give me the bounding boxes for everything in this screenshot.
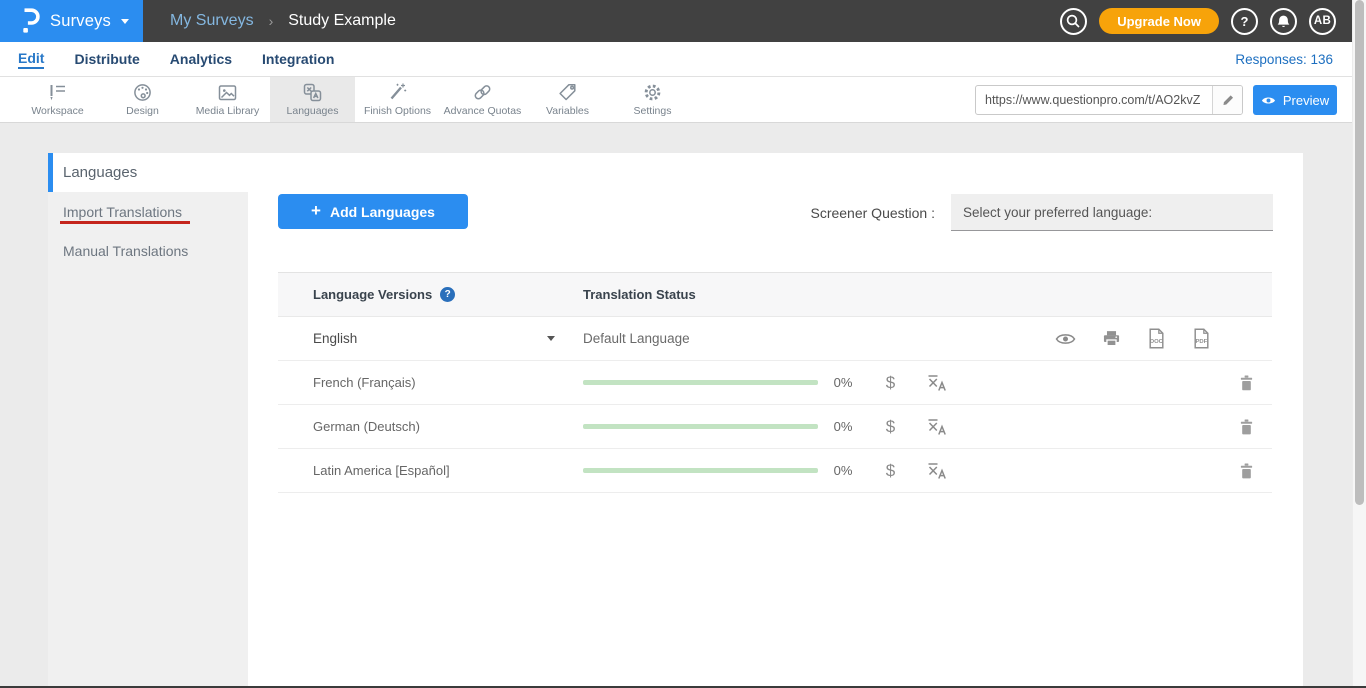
survey-url-box (975, 85, 1243, 115)
translation-progress-percent: 0% (818, 419, 868, 434)
finish-options-wand-icon (387, 82, 408, 103)
tab-edit[interactable]: Edit (18, 50, 44, 69)
breadcrumb-separator-icon: › (269, 13, 274, 29)
translation-progress-bar (583, 424, 818, 429)
settings-gear-icon (642, 82, 663, 103)
translation-quote-icon[interactable]: $ (868, 373, 913, 393)
edit-toolbar: Workspace Design Media Library Lang (0, 77, 1366, 123)
translation-progress-percent: 0% (818, 463, 868, 478)
screener-question-select[interactable]: Select your preferred language: (951, 194, 1273, 231)
breadcrumb: My Surveys › Study Example (170, 0, 396, 42)
toolbar-item-languages[interactable]: Languages (270, 77, 355, 122)
plus-icon: + (311, 201, 321, 221)
media-library-icon (217, 83, 238, 103)
workspace-icon (47, 82, 68, 103)
survey-nav-tabs: Edit Distribute Analytics Integration Re… (0, 42, 1366, 77)
preview-button[interactable]: Preview (1253, 85, 1337, 115)
language-versions-header: Language Versions ? (278, 287, 583, 302)
search-icon (1065, 13, 1082, 30)
upgrade-now-button[interactable]: Upgrade Now (1099, 8, 1219, 34)
language-versions-help-icon[interactable]: ? (440, 287, 455, 302)
top-bar: Surveys My Surveys › Study Example Upgra… (0, 0, 1366, 42)
languages-sidebar: Languages Import Translations Manual Tra… (48, 153, 248, 688)
print-survey-icon[interactable] (1102, 330, 1121, 347)
view-survey-icon[interactable] (1055, 332, 1076, 346)
responses-count[interactable]: Responses: 136 (1235, 52, 1333, 67)
import-translations-annotation-underline (60, 221, 190, 224)
toolbar-item-workspace[interactable]: Workspace (15, 77, 100, 122)
tab-integration[interactable]: Integration (262, 51, 334, 68)
languages-icon (302, 82, 323, 103)
chevron-down-icon (121, 19, 129, 28)
default-language-actions: DOC PDF (1055, 328, 1211, 349)
toolbar-right-actions: Preview (975, 85, 1337, 115)
table-row-french: French (Français) 0% $ (278, 361, 1272, 405)
delete-language-icon[interactable] (1239, 374, 1254, 392)
sidebar-item-import-translations[interactable]: Import Translations (48, 192, 248, 231)
languages-main-panel: + Add Languages Screener Question : Sele… (248, 153, 1303, 688)
delete-language-icon[interactable] (1239, 462, 1254, 480)
advance-quotas-chain-icon (472, 82, 493, 103)
export-pdf-icon[interactable]: PDF (1192, 328, 1211, 349)
pencil-icon (1221, 93, 1235, 107)
toolbar-item-design[interactable]: Design (100, 77, 185, 122)
notifications-button[interactable] (1270, 8, 1297, 35)
translation-progress-bar (583, 380, 818, 385)
table-row-default-language: English Default Language (278, 317, 1272, 361)
toolbar-item-settings[interactable]: Settings (610, 77, 695, 122)
tab-analytics[interactable]: Analytics (170, 51, 232, 68)
translation-progress-percent: 0% (818, 375, 868, 390)
scrollbar-thumb[interactable] (1355, 0, 1364, 505)
toolbar-item-variables[interactable]: Variables (525, 77, 610, 122)
tab-distribute[interactable]: Distribute (74, 51, 139, 68)
search-button[interactable] (1060, 8, 1087, 35)
language-versions-table: Language Versions ? Translation Status E… (278, 272, 1272, 493)
screener-question-label: Screener Question : (810, 205, 935, 221)
export-doc-icon[interactable]: DOC (1147, 328, 1166, 349)
sidebar-header-languages[interactable]: Languages (48, 153, 248, 192)
table-row-spanish: Latin America [Español] 0% $ (278, 449, 1272, 493)
vertical-scrollbar[interactable] (1352, 0, 1366, 688)
default-language-status: Default Language (583, 331, 690, 346)
avatar[interactable]: AB (1309, 8, 1336, 35)
brand-label: Surveys (50, 12, 111, 31)
topbar-actions: Upgrade Now ? AB (1060, 0, 1366, 42)
chevron-down-icon (547, 336, 555, 345)
default-language-dropdown[interactable]: English (278, 331, 583, 346)
svg-text:PDF: PDF (1196, 339, 1208, 345)
page-content: Languages Import Translations Manual Tra… (0, 123, 1366, 688)
auto-translate-icon[interactable] (913, 462, 961, 480)
translation-progress-bar (583, 468, 818, 473)
translation-quote-icon[interactable]: $ (868, 417, 913, 437)
bell-icon (1275, 13, 1292, 29)
variables-tag-icon (557, 82, 578, 103)
breadcrumb-current-survey: Study Example (288, 12, 396, 30)
translation-status-header: Translation Status (583, 287, 696, 302)
delete-language-icon[interactable] (1239, 418, 1254, 436)
table-row-german: German (Deutsch) 0% $ (278, 405, 1272, 449)
preview-eye-icon (1261, 95, 1276, 106)
edit-url-button[interactable] (1212, 86, 1242, 114)
svg-text:DOC: DOC (1150, 339, 1164, 345)
design-palette-icon (132, 82, 153, 103)
language-name: French (Français) (278, 375, 583, 390)
toolbar-item-media-library[interactable]: Media Library (185, 77, 270, 122)
toolbar-item-finish-options[interactable]: Finish Options (355, 77, 440, 122)
auto-translate-icon[interactable] (913, 374, 961, 392)
survey-url-input[interactable] (976, 86, 1212, 114)
translation-quote-icon[interactable]: $ (868, 461, 913, 481)
questionpro-logo-icon (19, 8, 40, 35)
brand-menu[interactable]: Surveys (0, 0, 143, 42)
toolbar-item-advance-quotas[interactable]: Advance Quotas (440, 77, 525, 122)
sidebar-item-manual-translations[interactable]: Manual Translations (48, 231, 248, 270)
auto-translate-icon[interactable] (913, 418, 961, 436)
breadcrumb-my-surveys[interactable]: My Surveys (170, 12, 254, 30)
languages-card: Languages Import Translations Manual Tra… (48, 153, 1303, 688)
language-name: German (Deutsch) (278, 419, 583, 434)
table-header-row: Language Versions ? Translation Status (278, 272, 1272, 317)
add-languages-button[interactable]: + Add Languages (278, 194, 468, 229)
language-name: Latin America [Español] (278, 463, 583, 478)
help-button[interactable]: ? (1231, 8, 1258, 35)
